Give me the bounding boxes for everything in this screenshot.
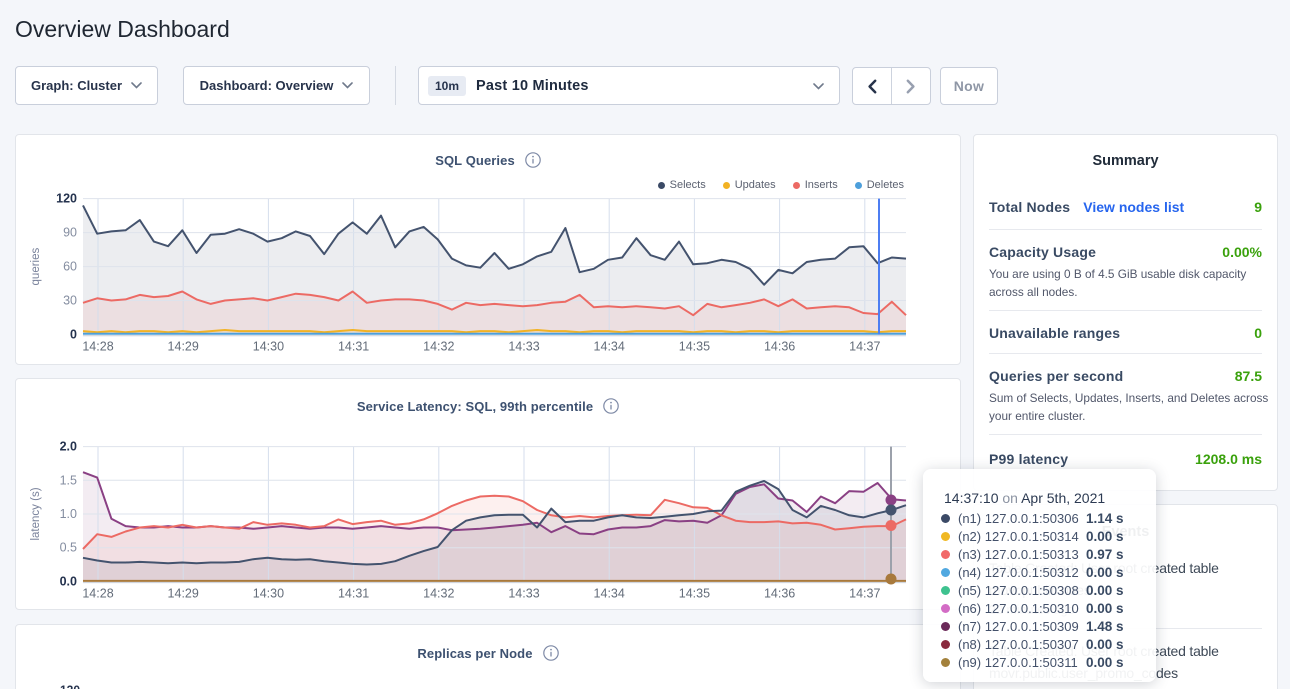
svg-text:14:36: 14:36 <box>764 340 795 354</box>
svg-text:14:32: 14:32 <box>423 340 454 354</box>
svg-text:14:37: 14:37 <box>849 340 880 354</box>
svg-text:14:33: 14:33 <box>508 340 539 354</box>
svg-text:14:33: 14:33 <box>508 586 539 600</box>
svg-text:14:36: 14:36 <box>764 586 795 600</box>
svg-text:1.0: 1.0 <box>60 507 77 521</box>
svg-text:14:30: 14:30 <box>253 586 284 600</box>
svg-text:120: 120 <box>56 192 77 206</box>
svg-text:14:34: 14:34 <box>594 586 625 600</box>
svg-text:latency (s): latency (s) <box>30 487 42 540</box>
svg-text:0: 0 <box>70 328 77 342</box>
svg-text:14:31: 14:31 <box>338 586 369 600</box>
svg-text:14:28: 14:28 <box>82 340 113 354</box>
svg-text:14:35: 14:35 <box>679 340 710 354</box>
svg-text:14:30: 14:30 <box>253 340 284 354</box>
svg-text:30: 30 <box>63 294 77 308</box>
svg-text:60: 60 <box>63 260 77 274</box>
svg-text:14:31: 14:31 <box>338 340 369 354</box>
svg-text:14:32: 14:32 <box>423 586 454 600</box>
svg-text:1.5: 1.5 <box>60 473 77 487</box>
svg-text:0.5: 0.5 <box>60 541 77 555</box>
svg-text:2.0: 2.0 <box>60 440 77 454</box>
svg-text:14:37: 14:37 <box>849 586 880 600</box>
svg-text:queries: queries <box>30 247 42 285</box>
svg-text:14:29: 14:29 <box>168 340 199 354</box>
svg-text:0.0: 0.0 <box>60 574 77 588</box>
svg-text:90: 90 <box>63 226 77 240</box>
svg-text:14:28: 14:28 <box>82 586 113 600</box>
svg-text:14:29: 14:29 <box>168 586 199 600</box>
svg-text:14:35: 14:35 <box>679 586 710 600</box>
svg-text:14:34: 14:34 <box>594 340 625 354</box>
